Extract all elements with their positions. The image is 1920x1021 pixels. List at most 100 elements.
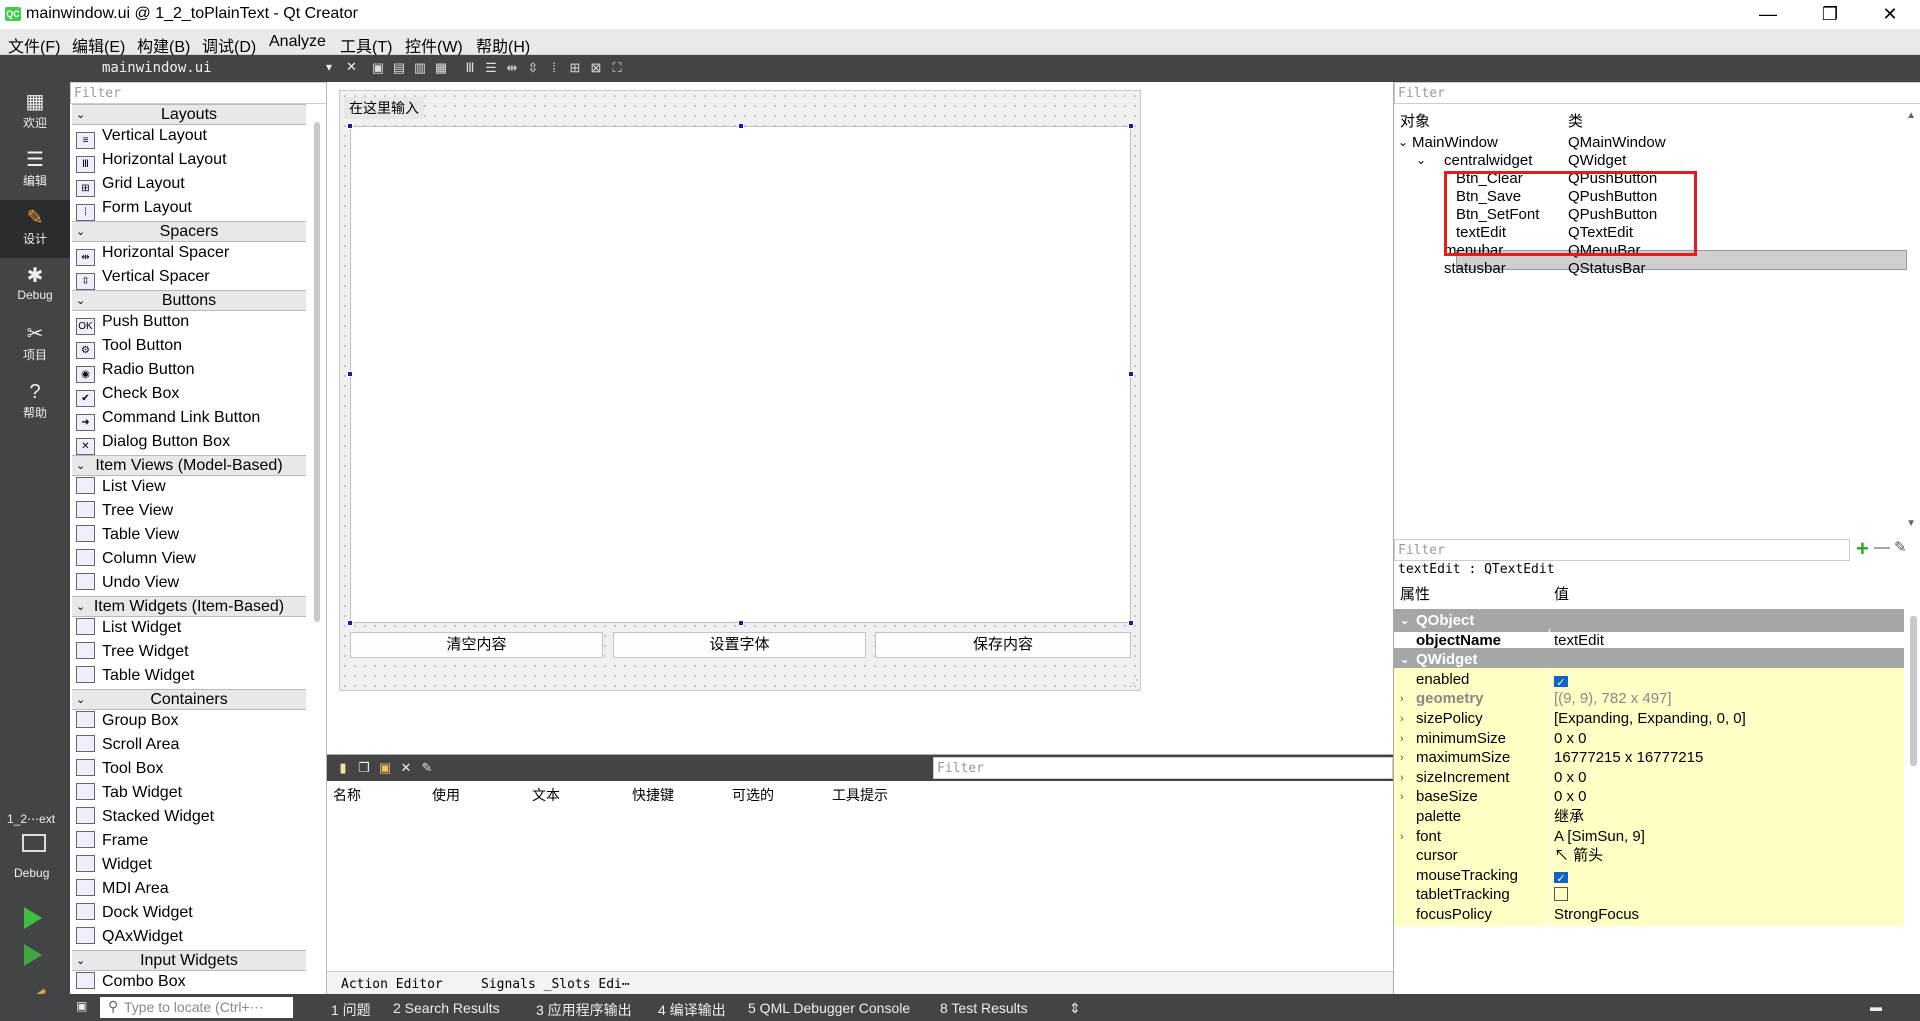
checkbox[interactable] bbox=[1554, 887, 1568, 902]
btn-set-font[interactable]: 设置字体 bbox=[613, 632, 866, 658]
widget-item-tab-widget[interactable]: Tab Widget bbox=[76, 782, 182, 804]
mode-debug[interactable]: ✱ Debug bbox=[0, 258, 70, 316]
edit-tab-order-icon[interactable]: ▦ bbox=[433, 60, 449, 76]
mode-edit[interactable]: ☰ 编辑 bbox=[0, 142, 70, 200]
widget-item-dock-widget[interactable]: Dock Widget bbox=[76, 902, 193, 924]
menu-analyze[interactable]: Analyze bbox=[269, 33, 326, 51]
close-window-button[interactable]: ✕ bbox=[1862, 0, 1918, 29]
layout-vertical-icon[interactable]: ☰ bbox=[483, 60, 499, 76]
add-property-icon[interactable]: + bbox=[1856, 536, 1869, 562]
widget-box-scrollbar[interactable] bbox=[314, 122, 320, 622]
monitor-icon[interactable] bbox=[22, 834, 46, 852]
run-icon[interactable] bbox=[24, 907, 42, 929]
widget-item-grid-layout[interactable]: ⊞ Grid Layout bbox=[76, 173, 185, 197]
widget-item-vertical-layout[interactable]: ≡ Vertical Layout bbox=[76, 125, 207, 149]
widget-item-check-box[interactable]: ✔ Check Box bbox=[76, 383, 179, 407]
layout-form-icon[interactable]: ⁞ bbox=[546, 60, 562, 76]
property-value[interactable]: StrongFocus bbox=[1549, 903, 1639, 927]
chevron-down-icon[interactable]: ⌄ bbox=[1416, 149, 1426, 171]
object-name[interactable]: statusbar bbox=[1444, 258, 1506, 280]
break-layout-icon[interactable]: ⊠ bbox=[588, 60, 604, 76]
mode-welcome[interactable]: ▦ 欢迎 bbox=[0, 84, 70, 142]
widget-item-list-widget[interactable]: List Widget bbox=[76, 617, 181, 639]
widget-item-push-button[interactable]: OK Push Button bbox=[76, 311, 189, 335]
category-item-views-model-based[interactable]: ⌄ Item Views (Model-Based) bbox=[72, 455, 306, 476]
header-property[interactable]: 属性 bbox=[1400, 584, 1430, 606]
more-panes-icon[interactable]: ⇕ bbox=[1069, 1000, 1081, 1017]
widget-item-undo-view[interactable]: Undo View bbox=[76, 572, 179, 594]
pane-issues[interactable]: 1 问题 bbox=[331, 1000, 371, 1020]
open-document-combo[interactable]: mainwindow.ui bbox=[102, 60, 212, 76]
widget-item-mdi-area[interactable]: MDI Area bbox=[76, 878, 169, 900]
column-tooltip[interactable]: 工具提示 bbox=[832, 785, 888, 805]
tab-signals-slots-editor[interactable]: Signals _Slots Edi⋯ bbox=[481, 977, 630, 992]
mode-help[interactable]: ? 帮助 bbox=[0, 374, 70, 432]
menu-help[interactable]: 帮助(H) bbox=[476, 33, 530, 57]
widget-item-radio-button[interactable]: ◉ Radio Button bbox=[76, 359, 195, 383]
column-used[interactable]: 使用 bbox=[432, 785, 460, 805]
configure-property-icon[interactable]: ✎ bbox=[1894, 538, 1907, 556]
widget-item-tool-box[interactable]: Tool Box bbox=[76, 758, 163, 780]
pane-qml-debugger-console[interactable]: 5 QML Debugger Console bbox=[748, 1000, 910, 1016]
scroll-down-icon[interactable]: ▼ bbox=[1906, 518, 1916, 529]
column-shortcut[interactable]: 快捷键 bbox=[632, 785, 674, 805]
widget-item-horizontal-spacer[interactable]: ⇹ Horizontal Spacer bbox=[76, 242, 229, 266]
header-object[interactable]: 对象 bbox=[1400, 111, 1430, 133]
menu-type-here[interactable]: 在这里输入 bbox=[344, 97, 424, 119]
menu-debug[interactable]: 调试(D) bbox=[202, 33, 256, 57]
selection-handle[interactable] bbox=[1128, 620, 1134, 626]
category-buttons[interactable]: ⌄ Buttons bbox=[72, 290, 306, 311]
selection-handle[interactable] bbox=[347, 123, 353, 129]
tab-action-editor[interactable]: Action Editor bbox=[341, 977, 443, 992]
layout-grid-icon[interactable]: ⊞ bbox=[567, 60, 583, 76]
adjust-size-icon[interactable]: ⛶ bbox=[609, 60, 625, 76]
category-containers[interactable]: ⌄ Containers bbox=[72, 689, 306, 710]
widget-item-command-link-button[interactable]: ➜ Command Link Button bbox=[76, 407, 260, 431]
column-name[interactable]: 名称 bbox=[333, 785, 361, 805]
column-checkable[interactable]: 可选的 bbox=[732, 785, 774, 805]
edit-widgets-icon[interactable]: ▣ bbox=[370, 60, 386, 76]
category-layouts[interactable]: ⌄ Layouts bbox=[72, 104, 306, 125]
widget-item-qaxwidget[interactable]: QAxWidget bbox=[76, 926, 183, 948]
edit-signals-icon[interactable]: ▤ bbox=[391, 60, 407, 76]
pane-app-output[interactable]: 3 应用程序输出 bbox=[536, 1000, 632, 1020]
property-row[interactable]: focusPolicy StrongFocus bbox=[1394, 903, 1904, 927]
close-document-icon[interactable]: ✕ bbox=[346, 59, 357, 75]
mode-design[interactable]: ✎ 设计 bbox=[0, 200, 70, 258]
menu-file[interactable]: 文件(F) bbox=[8, 33, 60, 57]
pane-compile-output[interactable]: 4 编译输出 bbox=[658, 1000, 726, 1020]
output-toggle-icon[interactable]: ▬ bbox=[1870, 1000, 1882, 1014]
delete-action-icon[interactable]: ✕ bbox=[398, 760, 414, 776]
chevron-down-icon[interactable]: ▾ bbox=[326, 60, 332, 74]
widget-item-tree-view[interactable]: Tree View bbox=[76, 500, 173, 522]
selection-handle[interactable] bbox=[738, 620, 744, 626]
menu-controls[interactable]: 控件(W) bbox=[405, 33, 463, 57]
selection-handle[interactable] bbox=[1128, 371, 1134, 377]
copy-action-icon[interactable]: ❐ bbox=[356, 760, 372, 776]
property-filter-input[interactable]: Filter bbox=[1394, 539, 1850, 561]
selection-handle[interactable] bbox=[347, 620, 353, 626]
widget-item-frame[interactable]: Frame bbox=[76, 830, 148, 852]
widget-item-scroll-area[interactable]: Scroll Area bbox=[76, 734, 179, 756]
resize-grip-icon[interactable]: ⋰ bbox=[1129, 678, 1138, 689]
selection-handle[interactable] bbox=[347, 371, 353, 377]
widget-item-stacked-widget[interactable]: Stacked Widget bbox=[76, 806, 214, 828]
layout-horizontal-icon[interactable]: Ⅲ bbox=[462, 60, 478, 76]
remove-property-icon[interactable]: — bbox=[1874, 539, 1890, 557]
layout-h-splitter-icon[interactable]: ⇹ bbox=[504, 60, 520, 76]
widget-item-tool-button[interactable]: ⚙ Tool Button bbox=[76, 335, 182, 359]
menu-edit[interactable]: 编辑(E) bbox=[72, 33, 125, 57]
header-value[interactable]: 值 bbox=[1554, 584, 1569, 606]
chevron-down-icon[interactable]: ⌄ bbox=[1398, 131, 1408, 153]
maximize-button[interactable]: ❐ bbox=[1802, 0, 1858, 29]
mode-projects[interactable]: ✂ 项目 bbox=[0, 316, 70, 374]
minimize-button[interactable]: — bbox=[1740, 0, 1796, 29]
selection-handle[interactable] bbox=[738, 123, 744, 129]
layout-v-splitter-icon[interactable]: ⇳ bbox=[525, 60, 541, 76]
widget-item-table-widget[interactable]: Table Widget bbox=[76, 665, 195, 687]
pane-test-results[interactable]: 8 Test Results bbox=[940, 1000, 1028, 1016]
widget-item-list-view[interactable]: List View bbox=[76, 476, 166, 498]
object-filter-input[interactable]: Filter bbox=[1394, 82, 1920, 104]
property-scrollbar[interactable] bbox=[1910, 616, 1917, 766]
debug-run-icon[interactable] bbox=[24, 944, 42, 966]
